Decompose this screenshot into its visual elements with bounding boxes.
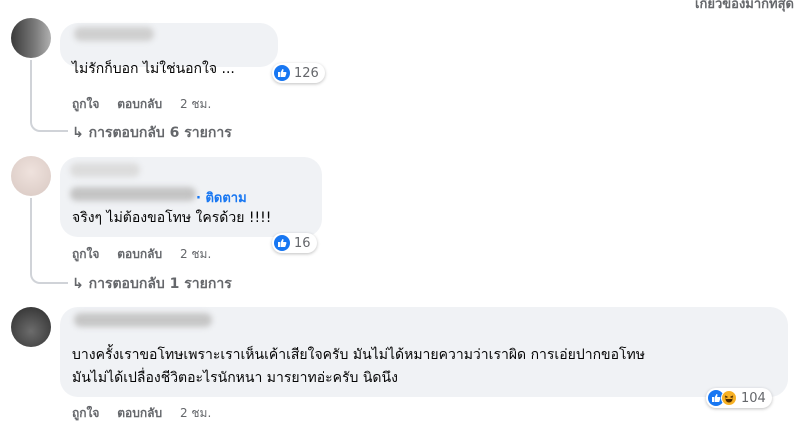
like-button[interactable]: ถูกใจ: [72, 97, 99, 111]
reply-button[interactable]: ตอบกลับ: [117, 247, 162, 261]
avatar[interactable]: [11, 307, 51, 347]
follow-link[interactable]: · ติดตาม: [196, 187, 247, 208]
avatar[interactable]: [11, 156, 51, 196]
comment-text-line2: มันไม่ได้เปลื่องชีวิตอะไรนักหนา มารยาทอ่…: [72, 370, 398, 386]
comment-text: จริงๆ ไม่ต้องขอโทษ ใครด้วย !!!!: [72, 210, 272, 226]
reaction-count: 16: [294, 235, 311, 251]
like-icon: [274, 65, 290, 81]
comment-actions: ถูกใจ ตอบกลับ 2 ชม.: [72, 245, 225, 264]
thread-connector: [30, 198, 68, 284]
comment-text-line1: บางครั้งเราขอโทษเพราะเราเห็นเค้าเสียใจคร…: [72, 347, 646, 363]
view-replies-link[interactable]: ↳ การตอบกลับ 6 รายการ: [72, 122, 232, 144]
reaction-summary[interactable]: 126: [272, 63, 325, 83]
like-button[interactable]: ถูกใจ: [72, 247, 99, 261]
comment-text: ไม่รักก็บอก ไม่ใช่นอกใจ ...: [72, 61, 235, 77]
timestamp[interactable]: 2 ชม.: [180, 406, 211, 420]
reaction-count: 126: [294, 65, 319, 81]
commenter-name-blurred[interactable]: [74, 27, 154, 41]
avatar[interactable]: [11, 18, 51, 58]
commenter-name-blurred[interactable]: [74, 313, 212, 327]
view-replies-link[interactable]: ↳ การตอบกลับ 1 รายการ: [72, 273, 232, 295]
reply-button[interactable]: ตอบกลับ: [117, 97, 162, 111]
reply-arrow-icon: ↳: [72, 276, 89, 292]
like-icon: [274, 235, 290, 251]
like-button[interactable]: ถูกใจ: [72, 406, 99, 420]
thread-connector: [30, 60, 68, 132]
view-replies-label: การตอบกลับ 1 รายการ: [88, 276, 232, 292]
reaction-summary[interactable]: 16: [272, 233, 317, 253]
comment-actions: ถูกใจ ตอบกลับ 2 ชม.: [72, 95, 225, 114]
reaction-count: 104: [741, 390, 766, 406]
commenter-name-blurred[interactable]: [70, 187, 196, 201]
timestamp[interactable]: 2 ชม.: [180, 97, 211, 111]
commenter-name-blurred-top[interactable]: [70, 163, 140, 177]
comment-actions: ถูกใจ ตอบกลับ 2 ชม.: [72, 404, 225, 423]
haha-icon: [721, 390, 737, 406]
timestamp[interactable]: 2 ชม.: [180, 247, 211, 261]
reply-button[interactable]: ตอบกลับ: [117, 406, 162, 420]
reaction-summary[interactable]: 104: [706, 388, 772, 408]
reply-arrow-icon: ↳: [72, 125, 89, 141]
sort-label[interactable]: เกี่ยวข้องมากที่สุด: [695, 0, 794, 14]
view-replies-label: การตอบกลับ 6 รายการ: [88, 125, 232, 141]
